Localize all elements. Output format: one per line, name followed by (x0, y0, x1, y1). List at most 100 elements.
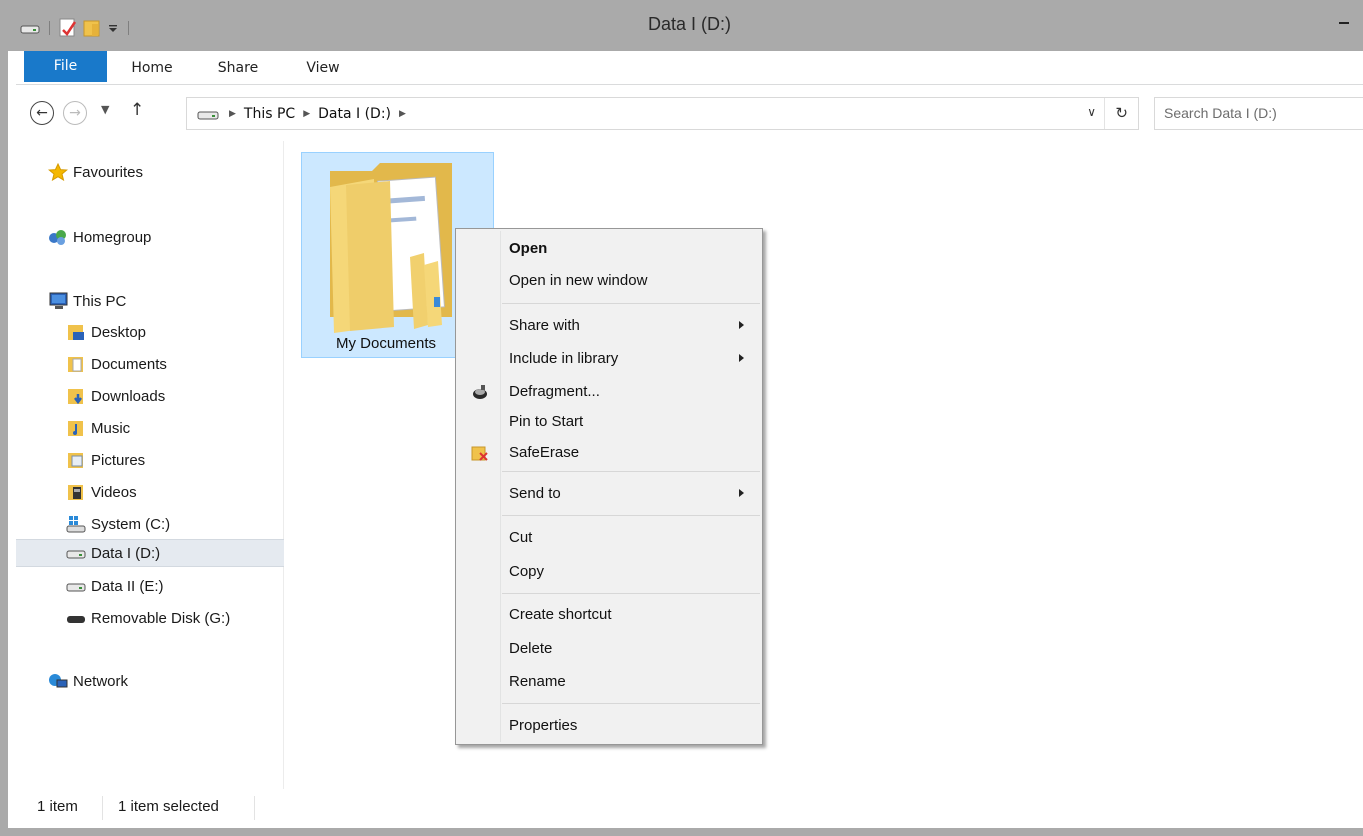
status-divider (102, 796, 103, 820)
menu-item-pin-to-start[interactable]: Pin to Start (458, 408, 760, 436)
back-button[interactable]: ← (30, 101, 54, 125)
homegroup-icon (48, 228, 68, 246)
menu-separator (502, 515, 760, 516)
sidebar-item-homegroup[interactable]: Homegroup (16, 223, 284, 251)
menu-item-rename[interactable]: Rename (458, 668, 760, 696)
sidebar-item-label: Pictures (91, 451, 146, 469)
menu-item-label: Send to (509, 485, 561, 502)
breadcrumb: ▶ This PC ▶ Data I (D:) ▶ (221, 106, 414, 122)
address-bar[interactable]: ▶ This PC ▶ Data I (D:) ▶ ∨ ↻ (186, 97, 1139, 130)
status-bar: 1 item 1 item selected (8, 790, 1363, 828)
menu-separator (502, 703, 760, 704)
menu-separator (502, 471, 760, 472)
menu-item-cut[interactable]: Cut (458, 524, 760, 552)
menu-item-properties[interactable]: Properties (458, 712, 760, 740)
navigation-pane: Favourites Homegroup This PC Desktop Doc… (16, 141, 284, 789)
sidebar-item-label: This PC (73, 292, 127, 310)
menu-item-label: Copy (509, 563, 545, 580)
computer-icon (48, 292, 68, 310)
item-count: 1 item (37, 798, 78, 815)
videos-folder-icon (66, 483, 86, 501)
submenu-arrow-icon (739, 354, 744, 362)
menu-item-open-new-window[interactable]: Open in new window (458, 267, 760, 295)
sidebar-item-removable-disk[interactable]: Removable Disk (G:) (16, 604, 284, 632)
tab-view[interactable]: View (303, 51, 343, 85)
recent-locations-icon[interactable]: ▼ (101, 103, 109, 116)
sidebar-item-label: Documents (91, 355, 167, 373)
tab-file[interactable]: File (24, 51, 107, 82)
menu-item-label: Defragment... (509, 383, 600, 400)
drive-icon (66, 544, 86, 562)
menu-item-label: Create shortcut (509, 606, 612, 623)
drive-icon (66, 577, 86, 595)
up-button[interactable]: ↑ (130, 100, 144, 120)
window-title: Data I (D:) (647, 14, 731, 34)
breadcrumb-arrow-icon[interactable]: ▶ (399, 109, 406, 119)
menu-item-label: Properties (509, 717, 578, 734)
navigation-row: ← → ▼ ↑ ▶ This PC ▶ Data I (D:) ▶ ∨ ↻ Se… (16, 86, 1363, 140)
sidebar-item-pictures[interactable]: Pictures (16, 446, 284, 474)
safeerase-icon (471, 444, 489, 462)
menu-item-label: Open (509, 240, 548, 257)
menu-item-delete[interactable]: Delete (458, 635, 760, 663)
sidebar-item-this-pc[interactable]: This PC (16, 287, 284, 315)
menu-item-label: Delete (509, 640, 553, 657)
breadcrumb-this-pc[interactable]: This PC (244, 106, 295, 122)
refresh-icon[interactable]: ↻ (1115, 104, 1128, 122)
menu-item-safeerase[interactable]: SafeErase (458, 439, 760, 467)
submenu-arrow-icon (739, 489, 744, 497)
menu-item-create-shortcut[interactable]: Create shortcut (458, 601, 760, 629)
sidebar-item-videos[interactable]: Videos (16, 478, 284, 506)
menu-item-send-to[interactable]: Send to (458, 480, 760, 508)
breadcrumb-arrow-icon[interactable]: ▶ (229, 109, 236, 119)
status-divider (254, 796, 255, 820)
sidebar-item-label: Data II (E:) (91, 577, 164, 595)
sidebar-item-label: Music (91, 419, 131, 437)
menu-item-defragment[interactable]: Defragment... (458, 378, 760, 406)
menu-item-copy[interactable]: Copy (458, 558, 760, 586)
sidebar-item-label: Homegroup (73, 228, 152, 246)
menu-item-include-in-library[interactable]: Include in library (458, 345, 760, 373)
folder-label: My Documents (336, 335, 437, 352)
minimize-button[interactable] (1331, 10, 1359, 38)
sidebar-item-system-c[interactable]: System (C:) (16, 510, 284, 538)
drive-icon (197, 111, 219, 119)
sidebar-item-desktop[interactable]: Desktop (16, 318, 284, 346)
menu-separator (502, 593, 760, 594)
breadcrumb-arrow-icon[interactable]: ▶ (303, 109, 310, 119)
sidebar-item-label: System (C:) (91, 515, 171, 533)
defragment-icon (471, 383, 489, 401)
menu-item-share-with[interactable]: Share with (458, 312, 760, 340)
sidebar-item-data-i[interactable]: Data I (D:) (16, 539, 284, 567)
submenu-arrow-icon (739, 321, 744, 329)
sidebar-item-favourites[interactable]: Favourites (16, 158, 284, 186)
menu-item-open[interactable]: Open (458, 235, 760, 263)
context-menu: Open Open in new window Share with Inclu… (455, 228, 763, 745)
sidebar-item-label: Removable Disk (G:) (91, 609, 231, 627)
documents-folder-icon (66, 355, 86, 373)
ribbon-tabs: File Home Share View (16, 51, 1363, 85)
search-input[interactable]: Search Data I (D:) (1154, 97, 1363, 130)
downloads-folder-icon (66, 387, 86, 405)
sidebar-item-documents[interactable]: Documents (16, 350, 284, 378)
tab-share[interactable]: Share (213, 51, 263, 85)
sidebar-item-label: Network (73, 672, 129, 690)
tab-home[interactable]: Home (127, 51, 177, 85)
sidebar-item-data-ii[interactable]: Data II (E:) (16, 572, 284, 600)
sidebar-item-label: Data I (D:) (91, 544, 161, 562)
sidebar-item-music[interactable]: Music (16, 414, 284, 442)
menu-item-label: Pin to Start (509, 413, 584, 430)
chevron-down-icon[interactable]: ∨ (1087, 105, 1096, 119)
sidebar-item-label: Favourites (73, 163, 144, 181)
forward-button[interactable]: → (63, 101, 87, 125)
sidebar-item-label: Videos (91, 483, 137, 501)
breadcrumb-data-i[interactable]: Data I (D:) (318, 106, 391, 122)
sidebar-item-network[interactable]: Network (16, 667, 284, 695)
address-divider (1104, 98, 1105, 129)
sidebar-item-downloads[interactable]: Downloads (16, 382, 284, 410)
menu-item-label: Include in library (509, 350, 619, 367)
network-icon (48, 672, 68, 690)
sidebar-item-label: Downloads (91, 387, 166, 405)
music-folder-icon (66, 419, 86, 437)
menu-item-label: Open in new window (509, 272, 648, 289)
